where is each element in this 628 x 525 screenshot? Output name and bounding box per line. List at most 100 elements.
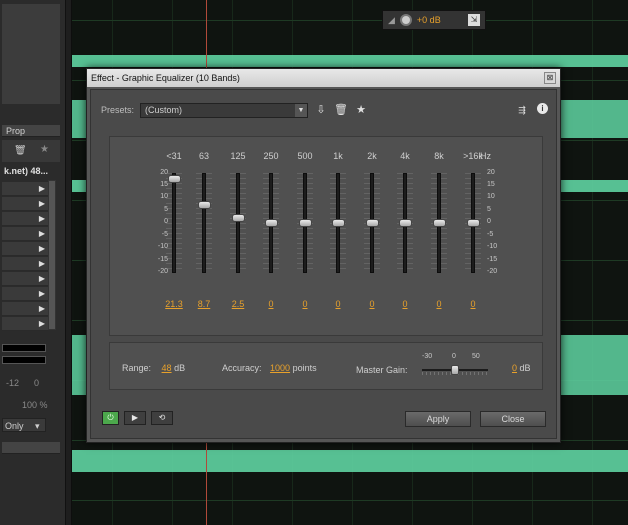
band-label: 250 — [263, 151, 279, 161]
play-preview-icon[interactable]: ▶ — [124, 411, 146, 425]
info-icon[interactable]: i — [537, 103, 548, 114]
list-item[interactable]: ▶ — [2, 272, 48, 286]
play-arrow-icon[interactable]: ▶ — [39, 274, 45, 283]
db-tick: -10 — [487, 243, 498, 250]
master-gain-slider-thumb[interactable] — [451, 365, 459, 375]
band-slider-track[interactable] — [236, 173, 240, 273]
volume-hud[interactable]: ◢ +0 dB ⇲ — [382, 10, 486, 30]
properties-tab[interactable]: Prop — [6, 126, 60, 136]
play-arrow-icon[interactable]: ▶ — [39, 259, 45, 268]
master-gain-label: Master Gain: — [356, 365, 408, 375]
play-arrow-icon[interactable]: ▶ — [39, 199, 45, 208]
range-value[interactable]: 48 — [162, 363, 172, 373]
master-gain-value[interactable]: 0 — [512, 363, 517, 373]
band-label: 4k — [400, 151, 410, 161]
band-slider-thumb[interactable] — [299, 219, 312, 227]
band-value[interactable]: 0 — [391, 299, 419, 309]
band-label: 63 — [198, 151, 209, 161]
play-arrow-icon[interactable]: ▶ — [39, 184, 45, 193]
routing-icon[interactable]: ⇶ — [515, 103, 529, 117]
band-slider-thumb[interactable] — [399, 219, 412, 227]
play-arrow-icon[interactable]: ▶ — [39, 319, 45, 328]
list-item[interactable]: ▶ — [2, 287, 48, 301]
band-value[interactable]: 0 — [324, 299, 352, 309]
presets-row: Presets: (Custom) ▼ ⇩ 🗑 ★ — [101, 102, 368, 118]
list-item[interactable]: ▶ — [2, 242, 48, 256]
band-slider-thumb[interactable] — [168, 174, 181, 183]
accuracy-unit: points — [292, 363, 317, 373]
accuracy-value[interactable]: 1000 — [270, 363, 290, 373]
play-arrow-icon[interactable]: ▶ — [39, 289, 45, 298]
db-scale-left: 20 15 10 5 0 -5 -10 -15 -20 — [146, 169, 168, 275]
band-value[interactable]: 2.5 — [224, 299, 252, 309]
db-tick: 0 — [487, 218, 491, 225]
db-tick: 10 — [487, 193, 495, 200]
band-value[interactable]: 0 — [459, 299, 487, 309]
range-label: Range: — [122, 363, 152, 373]
dialog-title: Effect - Graphic Equalizer (10 Bands) — [91, 73, 240, 83]
band-value[interactable]: 0 — [257, 299, 285, 309]
band-label: 125 — [230, 151, 246, 161]
db-tick: -20 — [487, 268, 498, 275]
band-value[interactable]: 0 — [358, 299, 386, 309]
power-toggle-icon[interactable]: ⏻ — [102, 411, 119, 425]
master-gain-field: 0 dB — [512, 363, 531, 373]
band-slider-thumb[interactable] — [366, 219, 379, 227]
close-icon[interactable]: ⊠ — [544, 72, 556, 84]
master-gain-scale-min: -30 — [422, 353, 433, 360]
play-arrow-icon[interactable]: ▶ — [39, 229, 45, 238]
dialog-titlebar[interactable]: Effect - Graphic Equalizer (10 Bands) ⊠ — [87, 69, 560, 87]
list-item[interactable]: ▶ — [2, 212, 48, 226]
band-slider-track[interactable] — [202, 173, 206, 273]
volume-ramp-icon: ◢ — [388, 14, 395, 25]
band-label: 500 — [297, 151, 313, 161]
footer-controls: ⏻ ▶ ⟲ — [102, 411, 173, 425]
db-scale-right: 20 15 10 5 0 -5 -10 -15 -20 — [487, 169, 509, 275]
range-field: Range: 48 dB — [122, 363, 185, 373]
list-item[interactable]: ▶ — [2, 317, 48, 331]
loop-icon[interactable]: ⟲ — [151, 411, 173, 425]
presets-dropdown[interactable]: (Custom) ▼ — [140, 102, 309, 118]
band-value[interactable]: 0 — [291, 299, 319, 309]
pin-icon[interactable]: ⇲ — [468, 14, 480, 26]
band-label: 1k — [333, 151, 343, 161]
band-slider-thumb[interactable] — [232, 213, 245, 222]
list-scrollbar[interactable] — [48, 180, 56, 330]
list-item[interactable]: ▶ — [2, 227, 48, 241]
band-slider-thumb[interactable] — [332, 219, 345, 227]
band-label: 2k — [367, 151, 377, 161]
list-item[interactable]: ▶ — [2, 257, 48, 271]
panel-header — [2, 442, 60, 454]
master-gain-unit: dB — [519, 363, 531, 373]
apply-button[interactable]: Apply — [405, 411, 471, 427]
band-value[interactable]: 8.7 — [190, 299, 218, 309]
level-meter — [2, 344, 46, 352]
list-item[interactable]: ▶ — [2, 182, 48, 196]
close-button[interactable]: Close — [480, 411, 546, 427]
band-value[interactable]: 21.3 — [160, 299, 188, 309]
volume-knob[interactable] — [399, 14, 412, 26]
db-tick: -5 — [487, 231, 494, 238]
band-slider-thumb[interactable] — [467, 219, 480, 227]
band-slider-thumb[interactable] — [265, 219, 278, 227]
band-slider-thumb[interactable] — [433, 219, 446, 227]
band-value[interactable]: 0 — [425, 299, 453, 309]
favorite-star-icon[interactable]: ★ — [354, 103, 368, 117]
play-arrow-icon[interactable]: ▶ — [39, 214, 45, 223]
left-panel: Prop 🗑 ★ k.net) 48... ▶ ▶ ▶ ▶ ▶ ▶ ▶ ▶ ▶ … — [0, 0, 66, 525]
volume-value: +0 dB — [416, 15, 441, 25]
presets-value: (Custom) — [145, 104, 183, 115]
filter-dropdown[interactable]: Only ▾ — [2, 418, 46, 432]
accuracy-field: Accuracy: 1000 points — [222, 363, 317, 373]
play-arrow-icon[interactable]: ▶ — [39, 304, 45, 313]
play-arrow-icon[interactable]: ▶ — [39, 244, 45, 253]
band-slider-track[interactable] — [172, 173, 176, 273]
trash-icon[interactable]: 🗑 — [334, 103, 348, 117]
properties-panel-header[interactable]: Prop — [2, 125, 60, 137]
save-preset-icon[interactable]: ⇩ — [314, 103, 328, 117]
band-slider-thumb[interactable] — [198, 200, 211, 209]
chevron-down-icon: ▼ — [295, 103, 308, 117]
list-item[interactable]: ▶ — [2, 197, 48, 211]
list-item[interactable]: ▶ — [2, 302, 48, 316]
master-gain-scale-mid: 0 — [452, 353, 456, 360]
